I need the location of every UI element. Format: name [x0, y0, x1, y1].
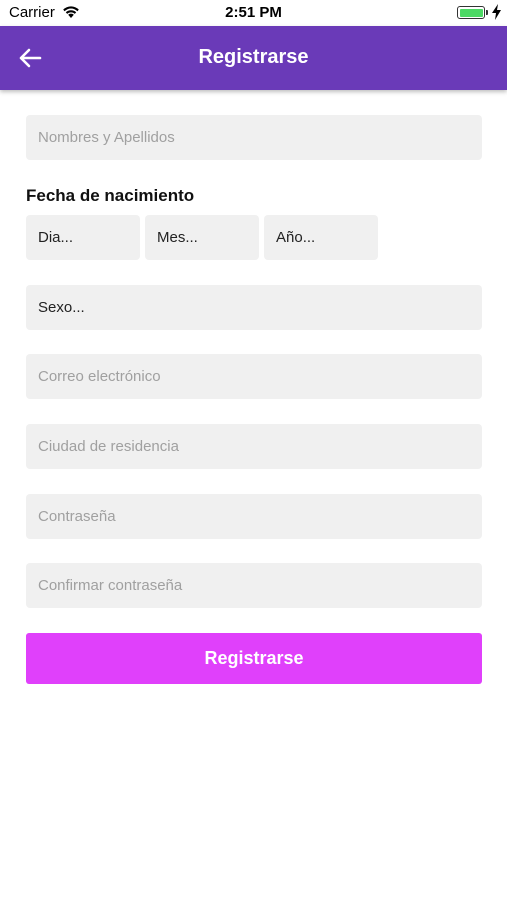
register-button[interactable]: Registrarse: [26, 633, 482, 684]
email-input[interactable]: [26, 354, 482, 399]
full-name-input[interactable]: [26, 115, 482, 160]
password-input[interactable]: [26, 494, 482, 539]
month-select[interactable]: Mes...: [145, 215, 259, 260]
sex-select[interactable]: Sexo...: [26, 285, 482, 330]
status-bar: Carrier 2:51 PM: [0, 0, 507, 26]
battery-tip: [486, 10, 488, 15]
charging-bolt-icon: [492, 4, 501, 24]
battery-icon: [457, 6, 485, 19]
birth-date-label: Fecha de nacimiento: [26, 186, 195, 205]
status-time: 2:51 PM: [225, 4, 282, 21]
city-input[interactable]: [26, 424, 482, 469]
day-select[interactable]: Dia...: [26, 215, 140, 260]
navigation-bar: Registrarse: [0, 26, 507, 90]
page-title: Registrarse: [198, 46, 309, 68]
confirm-password-input[interactable]: [26, 563, 482, 608]
year-select[interactable]: Año...: [264, 215, 378, 260]
